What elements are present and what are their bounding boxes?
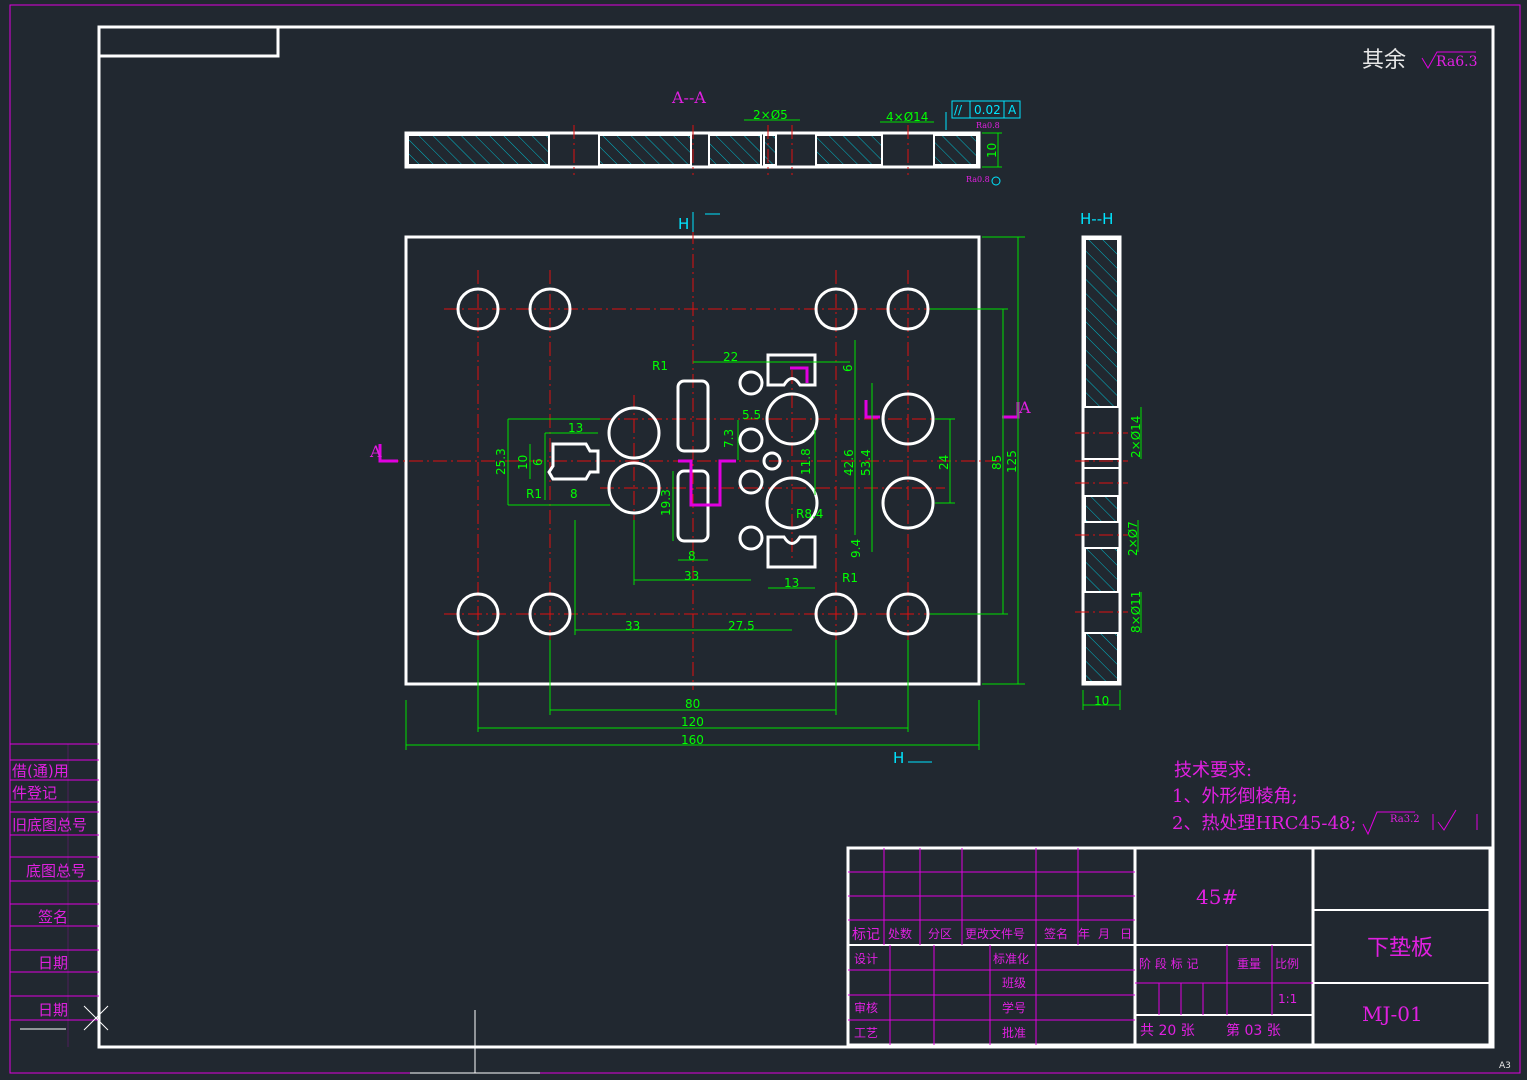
dim-11-8: 11.8 — [799, 448, 813, 475]
dim-9-4: 9.4 — [849, 539, 863, 558]
tb-hdr-zone: 分区 — [928, 927, 952, 941]
tb-sheets-total: 共 20 张 — [1140, 1023, 1195, 1039]
title-part-name: 下垫板 — [1367, 936, 1433, 961]
dim-10: 10 — [516, 455, 530, 470]
hh-dim-1: 2×Ø14 — [1129, 416, 1143, 458]
dim-85: 85 — [990, 455, 1004, 470]
datum-icon — [991, 176, 1001, 186]
tb-stage: 阶 段 标 记 — [1139, 956, 1198, 971]
hh-dim-2: 2×Ø7 — [1126, 521, 1140, 556]
cut-h-top: H — [678, 215, 689, 233]
aa-tolerance-symbol: // — [954, 103, 963, 117]
tb-sheet-no: 第 03 张 — [1226, 1022, 1281, 1039]
strip-row2: 件登记 — [12, 784, 57, 802]
title-material: 45# — [1196, 885, 1238, 909]
cut-h-bottom: H — [893, 749, 904, 767]
dim-53-4: 53.4 — [859, 449, 873, 476]
dim-r1a: R1 — [652, 359, 668, 373]
tb-standard: 标准化 — [993, 952, 1029, 966]
plan-view — [378, 212, 1025, 763]
strip-row6: 日期 — [38, 954, 68, 972]
section-hh-view — [1075, 235, 1142, 710]
aa-dim-large-holes: 4×Ø14 — [886, 110, 928, 124]
cut-a-left: A — [369, 442, 382, 461]
dim-6b: 6 — [531, 458, 545, 466]
section-aa-label: A--A — [671, 88, 706, 107]
dim-19-3: 19.3 — [659, 489, 673, 516]
tb-hdr-sign: 签名 — [1044, 926, 1068, 941]
aa-ra-bottom: Ra0.8 — [966, 175, 990, 184]
strip-row5: 签名 — [38, 908, 68, 926]
hh-dim-3: 8×Ø11 — [1129, 591, 1143, 633]
dim-33a: 33 — [684, 569, 699, 583]
dim-8a: 8 — [570, 487, 578, 501]
surface-note-label: 其余 — [1362, 48, 1406, 73]
dim-27-5: 27.5 — [728, 619, 755, 633]
aa-ra-top: Ra0.8 — [976, 121, 1000, 130]
tb-design: 设计 — [854, 952, 878, 966]
dim-8b: 8 — [688, 549, 696, 563]
tb-process: 工艺 — [854, 1026, 878, 1040]
aa-tolerance-value: 0.02 — [974, 103, 1001, 117]
dim-r1b: R1 — [526, 487, 542, 501]
dim-5-5: 5.5 — [742, 408, 761, 422]
tb-hdr-day: 日 — [1120, 927, 1132, 941]
tb-weight: 重量 — [1237, 957, 1261, 971]
sheet-size: A3 — [1499, 1061, 1511, 1071]
dim-7-3: 7.3 — [722, 429, 736, 448]
tb-class: 班级 — [1002, 976, 1026, 990]
title-drawing-no: MJ-01 — [1362, 1002, 1423, 1026]
tb-hdr-docno: 更改文件号 — [965, 926, 1025, 941]
drawing-frame — [97, 25, 1495, 1049]
dim-42-6: 42.6 — [842, 449, 856, 476]
dim-r8-4: R8.4 — [796, 507, 823, 521]
strip-row1: 借(通)用 — [12, 762, 69, 780]
surface-note-ra: Ra6.3 — [1436, 54, 1477, 70]
dim-13a: 13 — [568, 421, 583, 435]
dim-13b: 13 — [784, 576, 799, 590]
tech-req-title: 技术要求: — [1174, 760, 1252, 781]
cad-drawing: 其余 Ra6.3 A--A 2×Ø5 4×Ø14 // 0.02 A Ra0.8… — [9, 4, 1521, 1074]
hh-dim-width: 10 — [1094, 694, 1109, 708]
tb-scale: 1:1 — [1278, 992, 1297, 1006]
dim-24: 24 — [937, 455, 951, 470]
strip-row7: 日期 — [38, 1001, 68, 1019]
dim-80: 80 — [685, 697, 700, 711]
dim-22: 22 — [723, 350, 738, 364]
dim-125: 125 — [1005, 450, 1019, 473]
tech-req-item2: 2、热处理HRC45-48; — [1172, 813, 1356, 834]
tb-student-no: 学号 — [1002, 1000, 1026, 1015]
strip-row4: 底图总号 — [26, 862, 86, 880]
dim-120: 120 — [681, 715, 704, 729]
corner-box — [99, 27, 280, 58]
check-symbol-icon — [1432, 809, 1478, 831]
section-hh-label: H--H — [1080, 210, 1113, 228]
dim-33b: 33 — [625, 619, 640, 633]
tech-req-item1: 1、外形倒棱角; — [1172, 786, 1298, 807]
tb-hdr-month: 月 — [1098, 927, 1110, 941]
tb-hdr-mark: 标记 — [852, 927, 880, 943]
dim-r1c: R1 — [842, 571, 858, 585]
dim-6: 6 — [841, 364, 855, 372]
dim-25-3: 25.3 — [494, 448, 508, 475]
cut-a-right: A — [1018, 398, 1031, 417]
dim-160: 160 — [681, 733, 704, 747]
tech-req-ra: Ra3.2 — [1390, 814, 1420, 825]
strip-row3: 旧底图总号 — [12, 816, 87, 834]
aa-dim-thickness: 10 — [985, 143, 999, 158]
aa-dim-small-holes: 2×Ø5 — [753, 108, 788, 122]
tb-approve: 批准 — [1002, 1025, 1026, 1040]
tb-hdr-year: 年 — [1078, 927, 1090, 941]
tb-review: 审核 — [854, 1000, 878, 1015]
aa-datum: A — [1008, 103, 1017, 117]
tb-scale-label: 比例 — [1275, 957, 1299, 971]
tb-hdr-count: 处数 — [888, 926, 912, 941]
